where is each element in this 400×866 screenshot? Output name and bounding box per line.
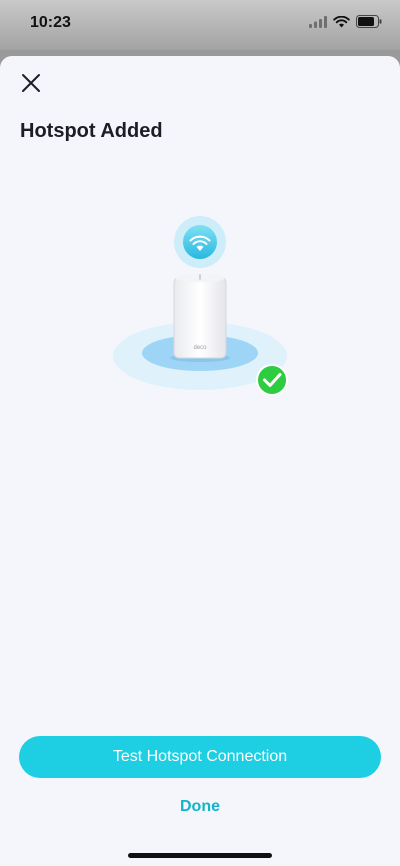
success-check-icon xyxy=(256,364,288,396)
mesh-router-icon: deco xyxy=(170,274,230,362)
battery-icon xyxy=(356,15,382,28)
close-icon xyxy=(22,74,40,92)
test-hotspot-connection-button[interactable]: Test Hotspot Connection xyxy=(19,736,381,778)
status-icons xyxy=(309,15,382,28)
done-button[interactable]: Done xyxy=(0,798,400,816)
cellular-signal-icon xyxy=(309,15,327,28)
modal-sheet: Hotspot Added deco Test Hotspot Connecti… xyxy=(0,56,400,866)
device-brand-label: deco xyxy=(193,345,207,351)
close-button[interactable] xyxy=(16,70,46,96)
wifi-badge-icon xyxy=(174,216,226,268)
status-bar: 10:23 xyxy=(0,0,400,50)
hotspot-illustration: deco xyxy=(113,216,288,396)
home-indicator xyxy=(128,853,272,858)
page-title: Hotspot Added xyxy=(20,120,163,142)
wifi-icon xyxy=(333,15,350,27)
status-time: 10:23 xyxy=(30,14,71,31)
